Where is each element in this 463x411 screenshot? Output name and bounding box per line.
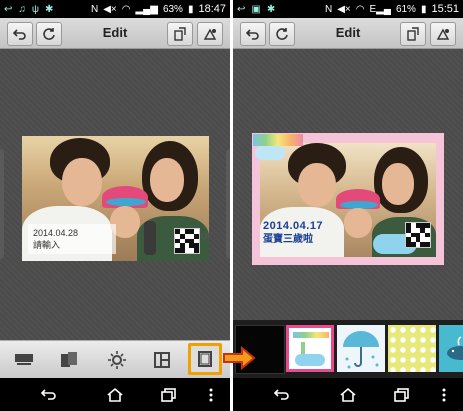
share-button[interactable] xyxy=(197,22,223,46)
prev-page-edge xyxy=(0,149,4,259)
photo-canvas: 2014.04.17 蛋寶三歲啦 xyxy=(233,49,463,320)
layout-button[interactable] xyxy=(150,349,174,371)
cloud-decoration xyxy=(255,146,285,160)
back-notification-icon: ↩ xyxy=(237,3,246,15)
status-bar: ↩ ♫ ψ ✱ N ◀× ◠ ▂▄▆ 63% ▮ 18:47 xyxy=(0,0,230,18)
photo-canvas: 2014.04.28 請輸入 QR xyxy=(0,49,230,340)
cloud-icon xyxy=(295,354,325,366)
caption-placeholder: 請輸入 xyxy=(33,240,61,250)
date-caption-box[interactable]: 2014.04.17 蛋寶三歲啦 xyxy=(263,220,323,246)
battery-percent: 63% xyxy=(162,3,183,15)
battery-icon: ▮ xyxy=(420,3,427,15)
text-layout-button[interactable] xyxy=(12,349,36,371)
wifi-icon: ◠ xyxy=(355,3,365,15)
nfc-icon: N xyxy=(90,3,99,15)
whale-icon xyxy=(447,336,463,360)
nfc-icon: N xyxy=(324,3,333,15)
back-nav-icon[interactable] xyxy=(40,387,58,403)
clock: 15:51 xyxy=(431,3,459,15)
signal-icon: E▂▄ xyxy=(369,3,391,15)
mute-icon: ◀× xyxy=(337,3,351,15)
page-title: Edit xyxy=(335,25,361,40)
tool-bar xyxy=(0,340,230,379)
rotate-button[interactable] xyxy=(400,22,426,46)
nav-bar xyxy=(233,378,463,411)
back-notification-icon: ↩ xyxy=(4,3,13,15)
image-notification-icon: ▣ xyxy=(251,3,261,15)
sticker-button[interactable] xyxy=(57,349,81,371)
frame-thumb-rainbow-cloud[interactable] xyxy=(286,325,334,372)
edit-toolbar: Edit xyxy=(233,18,463,49)
back-nav-icon[interactable] xyxy=(273,387,291,403)
usb-icon: ψ xyxy=(31,3,40,15)
menu-nav-icon[interactable] xyxy=(441,387,447,403)
text-layout-icon xyxy=(15,354,33,365)
share-icon xyxy=(436,28,450,40)
share-button[interactable] xyxy=(430,22,456,46)
right-screen: ↩ ▣ ✱ N ◀× ◠ E▂▄ 61% ▮ 15:51 Edit 2014.0… xyxy=(233,0,463,411)
recent-apps-nav-icon[interactable] xyxy=(393,387,411,403)
battery-percent: 61% xyxy=(395,3,416,15)
menu-nav-icon[interactable] xyxy=(208,387,214,403)
rotate-button[interactable] xyxy=(167,22,193,46)
wifi-icon: ◠ xyxy=(121,3,131,15)
battery-icon: ▮ xyxy=(187,3,194,15)
left-screen: ↩ ♫ ψ ✱ N ◀× ◠ ▂▄▆ 63% ▮ 18:47 Edit 2014… xyxy=(0,0,230,411)
rotate-icon xyxy=(174,27,186,41)
clock: 18:47 xyxy=(198,3,226,15)
qr-label: QR xyxy=(201,232,209,241)
home-nav-icon[interactable] xyxy=(339,387,357,403)
date-caption-box[interactable]: 2014.04.28 請輸入 xyxy=(28,224,116,254)
frame-button[interactable] xyxy=(188,343,222,375)
frame-icon xyxy=(198,351,212,367)
rotate-icon xyxy=(407,27,419,41)
status-bar: ↩ ▣ ✱ N ◀× ◠ E▂▄ 61% ▮ 15:51 xyxy=(233,0,463,18)
mute-icon: ◀× xyxy=(103,3,117,15)
photo-date: 2014.04.28 xyxy=(33,228,79,238)
brightness-icon xyxy=(108,351,126,369)
recent-apps-nav-icon[interactable] xyxy=(160,387,178,403)
photo-date: 2014.04.17 xyxy=(263,220,324,232)
umbrella-icon xyxy=(343,331,379,369)
page-title: Edit xyxy=(102,25,128,40)
sticker-icon xyxy=(61,352,77,367)
edit-toolbar: Edit xyxy=(0,18,230,49)
frame-thumb-whale[interactable] xyxy=(439,325,463,372)
home-nav-icon[interactable] xyxy=(106,387,124,403)
nav-bar xyxy=(0,378,230,411)
signal-icon: ▂▄▆ xyxy=(135,3,158,15)
bluetooth-icon: ✱ xyxy=(266,3,276,15)
brightness-button[interactable] xyxy=(105,349,129,371)
rainbow-decoration xyxy=(253,134,303,146)
share-icon xyxy=(203,28,217,40)
headset-icon: ♫ xyxy=(18,3,26,15)
photo-caption: 蛋寶三歲啦 xyxy=(263,234,313,245)
frame-thumb-polka-dot[interactable] xyxy=(388,325,436,372)
annotation-arrow-icon xyxy=(223,345,256,371)
qr-code xyxy=(405,222,431,248)
frame-thumb-umbrella[interactable] xyxy=(337,325,385,372)
frame-picker xyxy=(233,320,463,378)
layout-grid-icon xyxy=(154,352,170,368)
photo-preview[interactable]: 2014.04.28 請輸入 QR xyxy=(22,136,209,261)
qr-code xyxy=(174,228,200,254)
bluetooth-icon: ✱ xyxy=(45,3,54,15)
